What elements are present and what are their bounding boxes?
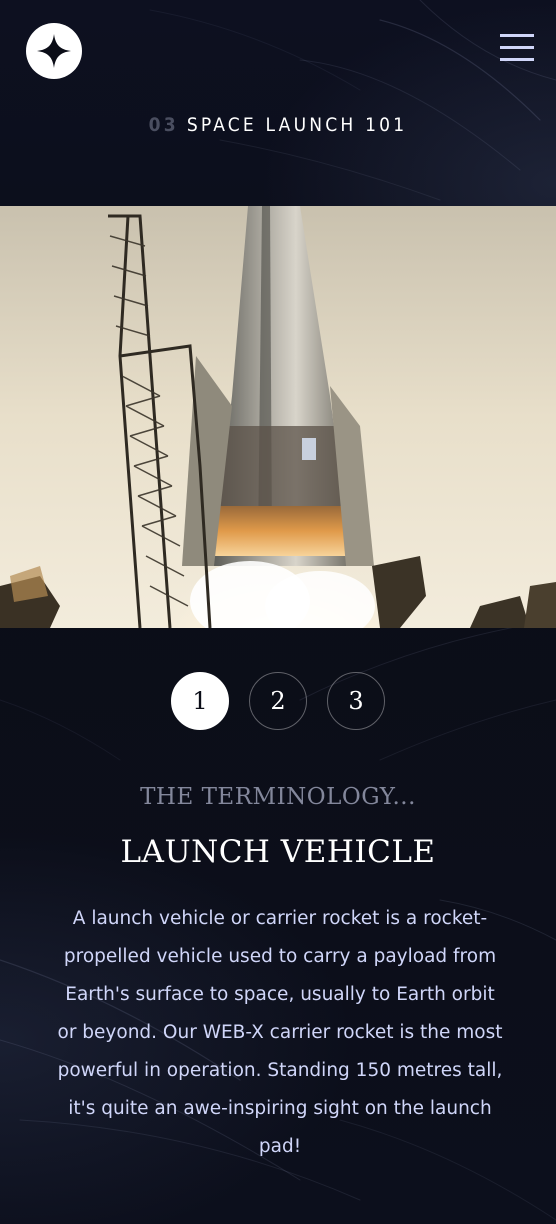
- menu-button[interactable]: [500, 32, 536, 62]
- tab-step-3[interactable]: 3: [327, 672, 385, 730]
- page-heading: 03 SPACE LAUNCH 101: [0, 114, 556, 136]
- section-title: LAUNCH VEHICLE: [120, 834, 436, 870]
- rocket-launch-image: [0, 206, 556, 628]
- section-description: A launch vehicle or carrier rocket is a …: [57, 908, 503, 1157]
- logo[interactable]: [26, 23, 82, 79]
- section-eyebrow: THE TERMINOLOGY...: [140, 784, 416, 810]
- page-title: SPACE LAUNCH 101: [186, 114, 408, 136]
- tab-step-2[interactable]: 2: [249, 672, 307, 730]
- site-header: [0, 0, 556, 100]
- page-number: 03: [148, 114, 179, 136]
- step-tabs: 1 2 3: [0, 672, 556, 732]
- hamburger-icon: [500, 34, 534, 37]
- tab-step-1[interactable]: 1: [171, 672, 229, 730]
- star-icon: [37, 34, 71, 68]
